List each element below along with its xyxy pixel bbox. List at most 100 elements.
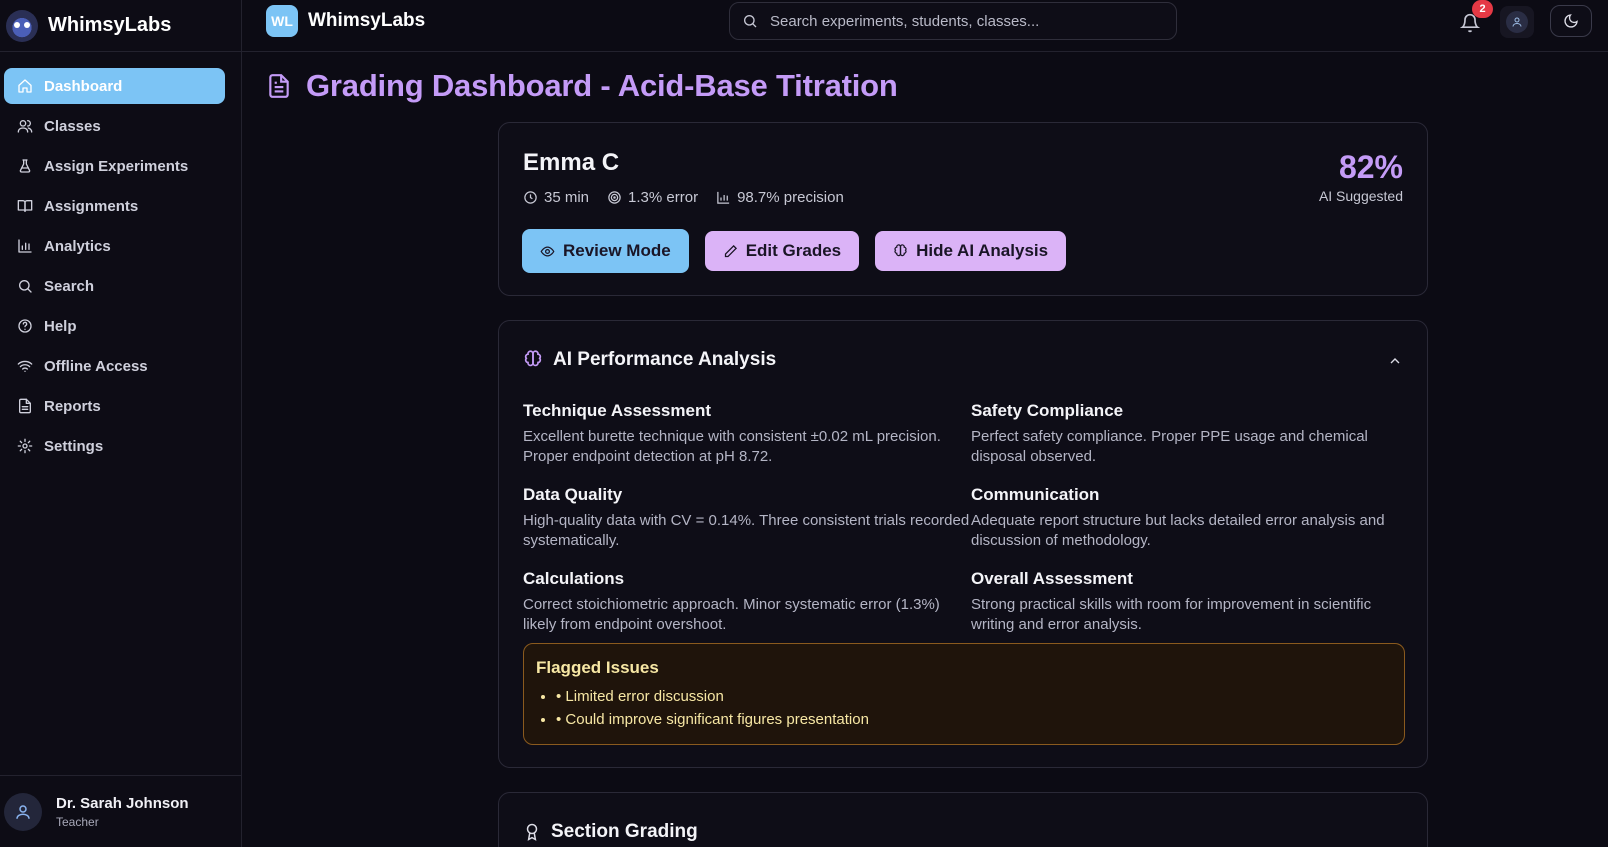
- moon-icon: [1564, 14, 1578, 28]
- analysis-section-text: Strong practical skills with room for im…: [971, 596, 1372, 633]
- app-root: WhimsyLabs Dashboard Classes Assign Expe…: [0, 0, 1608, 847]
- sidebar-item-label: Analytics: [44, 237, 111, 255]
- sidebar-item-help[interactable]: Help: [4, 308, 237, 344]
- home-icon: [16, 77, 34, 95]
- flagged-issues-list: • Limited error discussion • Could impro…: [536, 688, 1392, 728]
- pencil-icon: [724, 244, 737, 257]
- flagged-issues: Flagged Issues • Limited error discussio…: [523, 643, 1405, 745]
- brain-icon: [894, 243, 907, 256]
- analysis-section-text: High-quality data with CV = 0.14%. Three…: [523, 512, 970, 549]
- topbar: WL WhimsyLabs 2: [242, 0, 1608, 52]
- search-icon: [16, 277, 34, 295]
- analysis-section: Overall Assessment Strong practical skil…: [971, 569, 1405, 635]
- analysis-section: Technique Assessment Excellent burette t…: [523, 401, 971, 467]
- chevron-up-icon: [1390, 358, 1400, 364]
- edit-grades-label: Edit Grades: [745, 241, 842, 260]
- analysis-section-title: Overall Assessment: [971, 569, 1133, 588]
- sidebar-item-analytics[interactable]: Analytics: [4, 228, 237, 264]
- sidebar-item-classes[interactable]: Classes: [4, 108, 237, 144]
- hide-ai-analysis-label: Hide AI Analysis: [916, 241, 1049, 260]
- stat-precision-value: 98.7% precision: [737, 189, 844, 206]
- analysis-section: Communication Adequate report structure …: [971, 485, 1405, 551]
- bar-chart-icon: [717, 191, 730, 204]
- hide-ai-analysis-button[interactable]: Hide AI Analysis: [875, 231, 1067, 271]
- user-icon: [16, 804, 30, 819]
- student-stats: 35 min 1.3% error 98.7% precision: [523, 189, 844, 206]
- page-title-text: Grading Dashboard - Acid-Base Titration: [306, 68, 898, 103]
- clock-icon: [524, 191, 537, 204]
- search-icon: [744, 15, 757, 28]
- book-icon: [16, 197, 34, 215]
- ai-analysis-header[interactable]: AI Performance Analysis: [523, 349, 776, 371]
- sidebar: WhimsyLabs Dashboard Classes Assign Expe…: [0, 0, 242, 847]
- sidebar-item-search[interactable]: Search: [4, 268, 237, 304]
- analysis-section: Data Quality High-quality data with CV =…: [523, 485, 971, 551]
- analysis-section-text: Adequate report structure but lacks deta…: [971, 512, 1385, 549]
- help-icon: [16, 317, 34, 335]
- stat-error: 1.3% error: [607, 189, 698, 206]
- flagged-issues-title: Flagged Issues: [536, 658, 659, 677]
- profile-button[interactable]: [1500, 6, 1534, 38]
- analysis-section: Calculations Correct stoichiometric appr…: [523, 569, 971, 635]
- collapse-button[interactable]: [1387, 353, 1403, 369]
- analysis-section-title: Communication: [971, 485, 1100, 504]
- review-mode-label: Review Mode: [563, 241, 671, 260]
- sidebar-item-dashboard[interactable]: Dashboard: [4, 68, 225, 104]
- section-grading-header: Section Grading: [523, 821, 698, 843]
- user-name: Dr. Sarah Johnson: [56, 794, 189, 812]
- student-actions: Review Mode Edit Grades Hide AI Analysis: [522, 229, 1067, 273]
- bar-chart-icon: [16, 237, 34, 255]
- flask-icon: [16, 157, 34, 175]
- sidebar-brand-name: WhimsyLabs: [48, 14, 172, 36]
- brand-logo-icon: [6, 9, 38, 42]
- search-bar[interactable]: [729, 2, 1177, 40]
- search-input[interactable]: [770, 12, 1160, 30]
- analysis-section-text: Correct stoichiometric approach. Minor s…: [523, 596, 940, 633]
- stat-precision: 98.7% precision: [716, 189, 844, 206]
- theme-toggle-button[interactable]: [1550, 5, 1592, 37]
- sidebar-item-label: Offline Access: [44, 357, 148, 375]
- analysis-section-text: Perfect safety compliance. Proper PPE us…: [971, 428, 1368, 465]
- edit-grades-button[interactable]: Edit Grades: [704, 231, 860, 271]
- sidebar-item-label: Dashboard: [44, 77, 123, 95]
- eye-icon: [540, 245, 555, 257]
- notification-badge: 2: [1472, 0, 1493, 18]
- score-value: 82%: [1338, 149, 1403, 185]
- user-icon: [1512, 17, 1522, 27]
- sidebar-nav: Dashboard Classes Assign Experiments Ass…: [0, 52, 241, 464]
- document-icon: [269, 74, 289, 98]
- sidebar-item-label: Classes: [44, 117, 101, 135]
- list-item: • Limited error discussion: [556, 688, 1392, 705]
- sidebar-item-assignments[interactable]: Assignments: [4, 188, 237, 224]
- section-grading-title: Section Grading: [551, 821, 698, 842]
- sidebar-item-offline-access[interactable]: Offline Access: [4, 348, 237, 384]
- avatar: [1506, 11, 1528, 33]
- score-label: AI Suggested: [1318, 188, 1403, 204]
- sidebar-item-settings[interactable]: Settings: [4, 428, 237, 464]
- analysis-section-text: Excellent burette technique with consist…: [523, 428, 941, 465]
- review-mode-button[interactable]: Review Mode: [522, 229, 689, 273]
- sidebar-item-label: Search: [44, 277, 95, 295]
- user-card[interactable]: Dr. Sarah Johnson Teacher: [0, 775, 241, 847]
- list-item: • Could improve significant figures pres…: [556, 711, 1392, 728]
- stat-time-value: 35 min: [544, 189, 590, 206]
- section-grading-card: Section Grading: [498, 792, 1428, 847]
- sidebar-brand[interactable]: WhimsyLabs: [0, 0, 241, 52]
- analysis-section-title: Safety Compliance: [971, 401, 1124, 420]
- brain-icon: [524, 350, 542, 367]
- analysis-section: Safety Compliance Perfect safety complia…: [971, 401, 1405, 467]
- sidebar-item-reports[interactable]: Reports: [4, 388, 237, 424]
- stat-time: 35 min: [523, 189, 589, 206]
- wifi-icon: [16, 357, 34, 375]
- topbar-brand-name: WhimsyLabs: [308, 10, 426, 31]
- gear-icon: [16, 437, 34, 455]
- analysis-section-title: Calculations: [523, 569, 625, 588]
- users-icon: [16, 117, 34, 135]
- sidebar-item-assign-experiments[interactable]: Assign Experiments: [4, 148, 237, 184]
- avatar: [4, 792, 42, 831]
- student-name: Emma C: [523, 149, 620, 176]
- topbar-brand[interactable]: WL WhimsyLabs: [266, 5, 425, 37]
- ai-score: 82% AI Suggested: [1319, 149, 1403, 204]
- stat-error-value: 1.3% error: [628, 189, 699, 206]
- award-icon: [526, 823, 538, 841]
